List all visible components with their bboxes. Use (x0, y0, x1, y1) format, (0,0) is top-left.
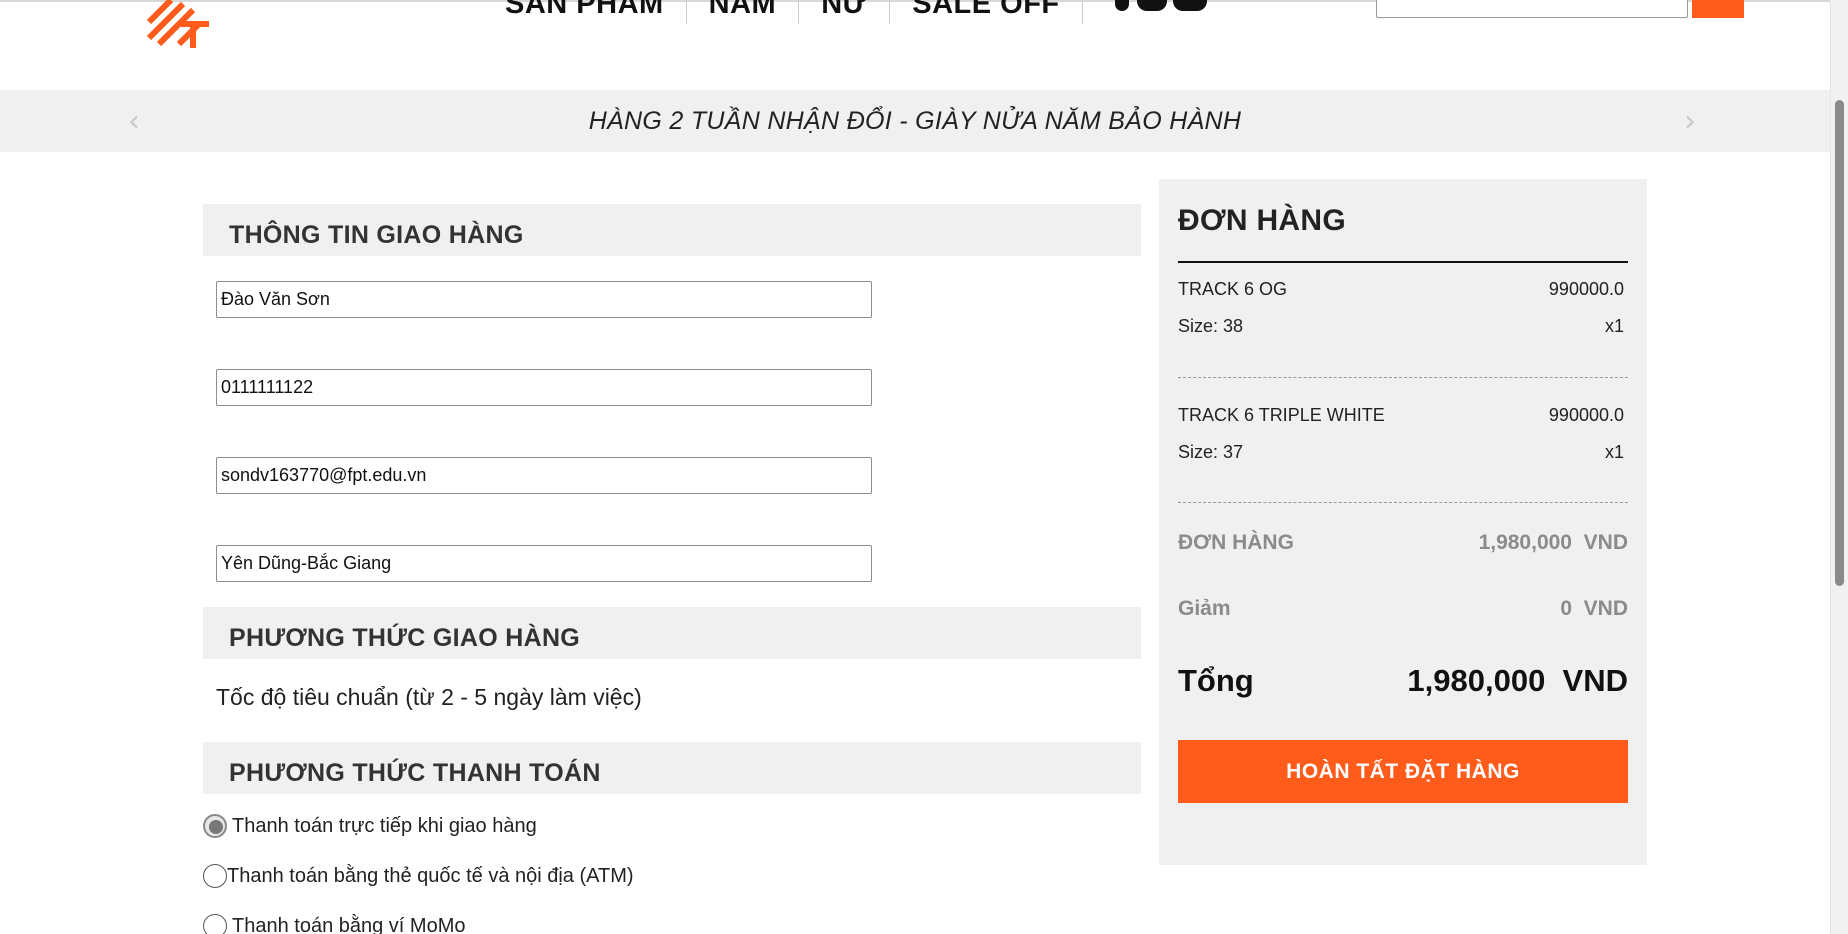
radio-button-selected[interactable] (203, 814, 227, 838)
order-item-size: Size: 38 (1178, 316, 1244, 336)
phone-field[interactable] (216, 369, 872, 406)
payment-method-header: PHƯƠNG THỨC THANH TOÁN (203, 742, 1141, 794)
full-name-field[interactable] (216, 281, 872, 318)
page-scrollbar[interactable] (1830, 0, 1848, 934)
item-divider (1178, 377, 1628, 378)
order-summary-panel: ĐƠN HÀNG TRACK 6 OG 990000.0 Size: 38 x1… (1159, 179, 1647, 865)
delivery-info-header: THÔNG TIN GIAO HÀNG (203, 204, 1141, 256)
order-item: TRACK 6 OG 990000.0 Size: 38 x1 (1178, 279, 1628, 369)
promo-banner: ‹ HÀNG 2 TUẦN NHẬN ĐỔI - GIÀY NỬA NĂM BẢ… (0, 90, 1830, 152)
payment-option-cod[interactable]: Thanh toán trực tiếp khi giao hàng (203, 814, 537, 838)
brand-logo[interactable] (145, 0, 211, 50)
email-field[interactable] (216, 457, 872, 494)
delivery-info-title: THÔNG TIN GIAO HÀNG (229, 221, 524, 249)
nav-item-men[interactable]: NAM (709, 0, 777, 21)
nav-divider (889, 0, 891, 24)
order-item-quantity: x1 (1604, 442, 1624, 462)
payment-option-label: Thanh toán bằng thẻ quốc tế và nội địa (… (227, 864, 634, 887)
payment-option-atm[interactable]: Thanh toán bằng thẻ quốc tế và nội địa (… (203, 864, 634, 888)
promo-banner-text: HÀNG 2 TUẦN NHẬN ĐỔI - GIÀY NỬA NĂM BẢO … (588, 106, 1242, 135)
discount-value: 0 VND (1560, 597, 1628, 620)
nav-item-women[interactable]: NỮ (821, 0, 867, 21)
site-header: SẢN PHẨM NAM NỮ SALE OFF (0, 0, 1830, 80)
nav-item-sale-off[interactable]: SALE OFF (912, 0, 1059, 21)
nav-divider (1081, 0, 1083, 24)
address-field[interactable] (216, 545, 872, 582)
complete-order-button[interactable]: HOÀN TẤT ĐẶT HÀNG (1178, 740, 1628, 803)
order-item-name: TRACK 6 OG (1178, 279, 1288, 299)
search-button[interactable] (1692, 0, 1744, 18)
total-label: Tổng (1178, 663, 1254, 698)
shipping-method-header: PHƯƠNG THỨC GIAO HÀNG (203, 607, 1141, 659)
nav-divider (798, 0, 800, 24)
chevron-left-icon[interactable]: ‹ (128, 107, 140, 137)
radio-button[interactable] (203, 914, 227, 934)
shipping-method-title: PHƯƠNG THỨC GIAO HÀNG (229, 624, 581, 652)
item-divider (1178, 502, 1628, 503)
subtotal-row: ĐƠN HÀNG 1,980,000 VND (1178, 531, 1628, 555)
shipping-method-text: Tốc độ tiêu chuẩn (từ 2 - 5 ngày làm việ… (216, 684, 642, 710)
payment-option-label: Thanh toán trực tiếp khi giao hàng (232, 814, 537, 837)
order-title-divider (1178, 261, 1628, 263)
subtotal-label: ĐƠN HÀNG (1178, 531, 1294, 554)
order-item-price: 990000.0 (1548, 279, 1624, 299)
total-value: 1,980,000 VND (1407, 663, 1628, 698)
payment-method-title: PHƯƠNG THỨC THANH TOÁN (229, 759, 601, 787)
nav-item-products[interactable]: SẢN PHẨM (505, 0, 664, 21)
nav-divider (685, 0, 687, 24)
scrollbar-thumb[interactable] (1835, 100, 1844, 586)
order-item-quantity: x1 (1604, 316, 1624, 336)
chevron-right-icon[interactable]: › (1684, 107, 1696, 137)
order-item-size: Size: 37 (1178, 442, 1244, 462)
main-nav: SẢN PHẨM NAM NỮ SALE OFF (505, 0, 1211, 24)
search-input[interactable] (1376, 0, 1688, 18)
subtotal-value: 1,980,000 VND (1478, 531, 1628, 554)
discount-row: Giảm 0 VND (1178, 597, 1628, 621)
order-item-name: TRACK 6 TRIPLE WHITE (1178, 405, 1385, 425)
radio-button[interactable] (203, 864, 227, 888)
order-summary-title: ĐƠN HÀNG (1178, 204, 1346, 237)
payment-option-label: Thanh toán bằng ví MoMo (232, 914, 466, 934)
nav-brand-mark[interactable] (1114, 0, 1211, 15)
order-item: TRACK 6 TRIPLE WHITE 990000.0 Size: 37 x… (1178, 405, 1628, 495)
total-row: Tổng 1,980,000 VND (1178, 663, 1628, 699)
payment-option-momo[interactable]: Thanh toán bằng ví MoMo (203, 914, 465, 934)
discount-label: Giảm (1178, 597, 1231, 620)
order-item-price: 990000.0 (1548, 405, 1624, 425)
